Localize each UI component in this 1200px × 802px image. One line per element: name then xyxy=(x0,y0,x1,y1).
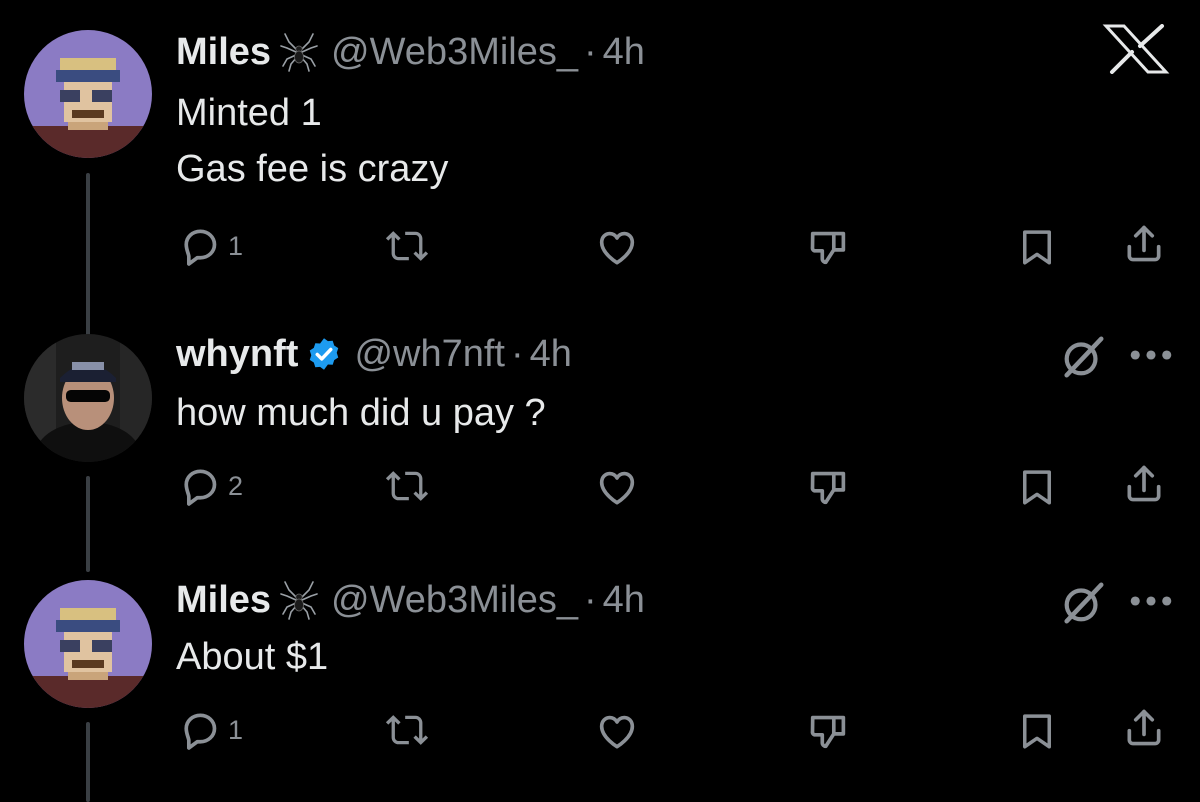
heart-icon xyxy=(594,708,640,754)
like-button[interactable] xyxy=(594,708,640,754)
heart-icon xyxy=(594,224,640,270)
avatar[interactable] xyxy=(24,580,152,708)
user-handle[interactable]: @wh7nft xyxy=(354,332,505,376)
bookmark-icon xyxy=(1016,226,1058,268)
heart-icon xyxy=(594,464,640,510)
user-handle[interactable]: @Web3Miles_ xyxy=(331,30,578,74)
avatar[interactable] xyxy=(24,30,152,158)
grok-icon[interactable] xyxy=(1060,580,1106,626)
tweet-text-line: Minted 1 xyxy=(176,92,322,134)
more-icon[interactable] xyxy=(1130,594,1172,608)
like-button[interactable] xyxy=(594,464,640,510)
repost-button[interactable] xyxy=(384,708,430,752)
repost-button[interactable] xyxy=(384,224,430,268)
like-button[interactable] xyxy=(594,224,640,270)
repost-icon xyxy=(384,464,430,508)
tweet-header: Miles @Web3Miles_ · 4h xyxy=(176,578,645,622)
spider-icon xyxy=(279,32,319,72)
thread-line xyxy=(86,173,90,345)
bookmark-icon xyxy=(1016,710,1058,752)
timestamp[interactable]: 4h xyxy=(603,30,645,74)
tweet-3[interactable]: Miles @Web3Miles_ · 4h About $1 1 xyxy=(0,572,1200,802)
thumbs-down-icon xyxy=(806,224,852,270)
tweet-header: Miles @Web3Miles_ · 4h xyxy=(176,30,645,74)
reply-icon xyxy=(178,224,222,268)
bookmark-button[interactable] xyxy=(1016,226,1058,268)
bookmark-button[interactable] xyxy=(1016,710,1058,752)
timestamp[interactable]: 4h xyxy=(530,332,572,376)
reply-icon xyxy=(178,708,222,752)
display-name[interactable]: Miles xyxy=(176,30,271,74)
share-icon xyxy=(1122,706,1166,750)
tweet-1[interactable]: Miles @Web3Miles_ · 4h Minted 1 Gas fee … xyxy=(0,30,1200,345)
reply-button[interactable]: 2 xyxy=(178,464,243,508)
display-name[interactable]: whynft xyxy=(176,332,298,376)
share-icon xyxy=(1122,222,1166,266)
spider-icon xyxy=(279,580,319,620)
dislike-button[interactable] xyxy=(806,464,852,510)
separator: · xyxy=(584,31,597,73)
share-button[interactable] xyxy=(1122,222,1166,266)
repost-icon xyxy=(384,224,430,268)
thread-line xyxy=(86,476,90,572)
more-icon[interactable] xyxy=(1130,348,1172,362)
dislike-button[interactable] xyxy=(806,708,852,754)
tweet-text-line: About $1 xyxy=(176,636,329,678)
reply-button[interactable]: 1 xyxy=(178,224,243,268)
tweet-text-line: Gas fee is crazy xyxy=(176,148,449,190)
dislike-button[interactable] xyxy=(806,224,852,270)
verified-badge-icon xyxy=(306,336,342,372)
repost-icon xyxy=(384,708,430,752)
separator: · xyxy=(584,579,597,621)
reply-count: 2 xyxy=(228,470,244,501)
share-icon xyxy=(1122,462,1166,506)
tweet-text-line: how much did u pay ? xyxy=(176,392,546,434)
separator: · xyxy=(510,333,524,375)
thumbs-down-icon xyxy=(806,464,852,510)
bookmark-icon xyxy=(1016,466,1058,508)
repost-button[interactable] xyxy=(384,464,430,508)
tweet-2[interactable]: whynft @wh7nft · 4h how much did u pay ?… xyxy=(0,326,1200,572)
avatar[interactable] xyxy=(24,334,152,462)
reply-count: 1 xyxy=(228,714,244,745)
display-name[interactable]: Miles xyxy=(176,578,271,622)
grok-icon[interactable] xyxy=(1060,334,1106,380)
bookmark-button[interactable] xyxy=(1016,466,1058,508)
share-button[interactable] xyxy=(1122,462,1166,506)
reply-icon xyxy=(178,464,222,508)
thumbs-down-icon xyxy=(806,708,852,754)
reply-button[interactable]: 1 xyxy=(178,708,243,752)
user-handle[interactable]: @Web3Miles_ xyxy=(331,578,578,622)
thread-line xyxy=(86,722,90,802)
timestamp[interactable]: 4h xyxy=(603,578,645,622)
share-button[interactable] xyxy=(1122,706,1166,750)
reply-count: 1 xyxy=(228,230,244,261)
tweet-header: whynft @wh7nft · 4h xyxy=(176,332,572,376)
